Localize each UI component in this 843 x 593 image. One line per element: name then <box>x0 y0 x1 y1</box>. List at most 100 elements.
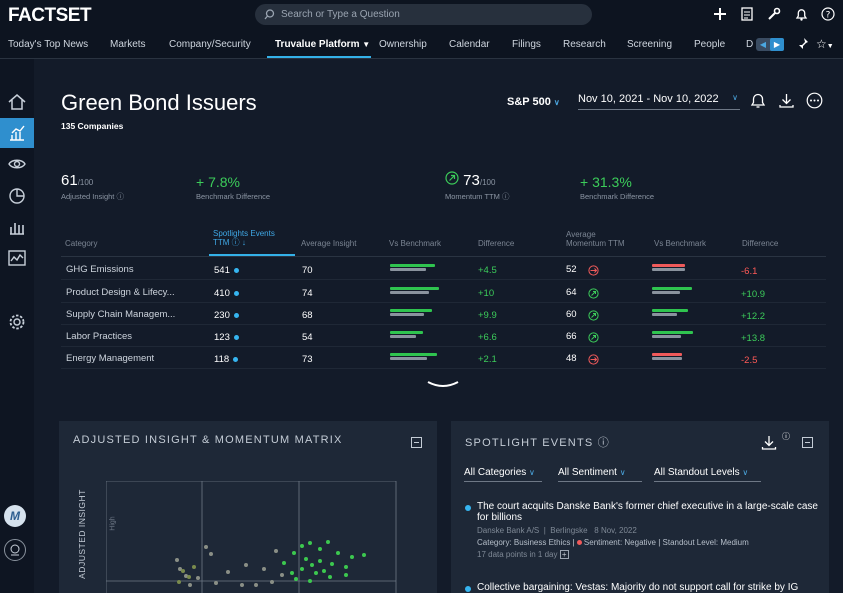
scatter-point[interactable] <box>304 557 308 561</box>
scroll-right-icon[interactable]: ▶ <box>770 38 784 51</box>
table-row[interactable] <box>61 281 826 303</box>
spotlight-event-item[interactable]: Collective bargaining: Vestas: Majority … <box>465 582 825 593</box>
table-row[interactable] <box>61 258 826 280</box>
col-header-difference-momentum[interactable]: Difference <box>742 239 778 248</box>
scatter-point[interactable] <box>175 558 179 562</box>
col-header-spotlights-events[interactable]: Spotlights Events TTM ⓘ ↓ <box>213 229 275 247</box>
scatter-point[interactable] <box>292 551 296 555</box>
scatter-point[interactable] <box>362 553 366 557</box>
nav-todays-top-news[interactable]: Today's Top News <box>8 39 88 50</box>
event-headline[interactable]: The court acquits Danske Bank's former c… <box>465 501 825 523</box>
download-icon[interactable] <box>761 434 777 456</box>
nav-calendar[interactable]: Calendar <box>449 39 490 50</box>
scatter-point[interactable] <box>177 580 181 584</box>
bell-icon[interactable] <box>792 5 810 23</box>
scatter-point[interactable] <box>326 540 330 544</box>
scatter-point[interactable] <box>188 583 192 587</box>
scatter-point[interactable] <box>209 552 213 556</box>
scatter-point[interactable] <box>344 573 348 577</box>
pin-icon[interactable] <box>795 37 809 56</box>
star-icon[interactable]: ☆▼ <box>816 37 834 51</box>
scatter-point[interactable] <box>322 569 326 573</box>
analytics-icon[interactable] <box>0 118 34 148</box>
eye-icon[interactable] <box>4 151 30 177</box>
table-row[interactable] <box>61 303 826 325</box>
info-icon[interactable]: ⓘ <box>782 431 790 442</box>
scatter-point[interactable] <box>280 573 284 577</box>
collapse-panel-icon[interactable] <box>802 437 813 448</box>
pie-chart-icon[interactable] <box>4 183 30 209</box>
nav-filings[interactable]: Filings <box>512 39 541 50</box>
factset-logo[interactable]: FACTSET <box>8 5 92 27</box>
spotlight-event-item[interactable]: The court acquits Danske Bank's former c… <box>465 501 825 559</box>
scatter-point[interactable] <box>226 570 230 574</box>
nav-truvalue-platform[interactable]: Truvalue Platform ▼ <box>275 39 370 50</box>
expand-chevron-icon[interactable] <box>427 377 459 395</box>
scatter-point[interactable] <box>310 563 314 567</box>
scatter-point[interactable] <box>336 551 340 555</box>
col-header-vs-benchmark-insight[interactable]: Vs Benchmark <box>389 239 441 248</box>
col-header-category[interactable]: Category <box>65 239 97 248</box>
document-icon[interactable] <box>738 5 756 23</box>
bar-chart-icon[interactable] <box>4 214 30 240</box>
nav-scroll-arrows[interactable]: ◀ ▶ <box>756 38 784 51</box>
scatter-point[interactable] <box>282 561 286 565</box>
scatter-point[interactable] <box>294 577 298 581</box>
line-chart-icon[interactable] <box>4 245 30 271</box>
info-icon[interactable]: ⓘ <box>502 192 510 201</box>
sort-down-icon[interactable]: ↓ <box>242 238 246 247</box>
date-range-select[interactable]: Nov 10, 2021 - Nov 10, 2022 ∨ <box>578 93 740 110</box>
download-icon[interactable] <box>778 92 795 114</box>
scatter-point[interactable] <box>300 567 304 571</box>
wrench-icon[interactable] <box>765 5 783 23</box>
filter-standout-levels[interactable]: All Standout Levels ∨ <box>654 467 761 482</box>
col-header-average-momentum[interactable]: Average Momentum TTM <box>566 230 625 248</box>
scatter-point[interactable] <box>350 555 354 559</box>
nav-research[interactable]: Research <box>563 39 606 50</box>
scatter-point[interactable] <box>308 579 312 583</box>
inside-app-icon[interactable] <box>4 539 26 561</box>
scatter-point[interactable] <box>181 569 185 573</box>
table-row[interactable] <box>61 347 826 369</box>
scatter-point[interactable] <box>274 549 278 553</box>
scatter-point[interactable] <box>192 565 196 569</box>
filter-categories[interactable]: All Categories ∨ <box>464 467 542 482</box>
scatter-point[interactable] <box>204 545 208 549</box>
scatter-point[interactable] <box>270 580 274 584</box>
alert-bell-icon[interactable] <box>750 92 766 114</box>
scatter-point[interactable] <box>300 544 304 548</box>
table-row[interactable] <box>61 325 826 347</box>
col-header-difference-insight[interactable]: Difference <box>478 239 514 248</box>
nav-markets[interactable]: Markets <box>110 39 146 50</box>
plus-icon[interactable] <box>711 5 729 23</box>
scatter-point[interactable] <box>328 575 332 579</box>
scatter-point[interactable] <box>344 565 348 569</box>
search-box[interactable]: Search or Type a Question <box>255 4 592 25</box>
scatter-point[interactable] <box>308 541 312 545</box>
info-icon[interactable]: ⓘ <box>116 192 124 201</box>
scatter-point[interactable] <box>254 583 258 587</box>
col-header-average-insight[interactable]: Average Insight <box>301 239 356 248</box>
settings-gear-icon[interactable] <box>4 309 30 335</box>
scatter-point[interactable] <box>290 571 294 575</box>
scatter-point[interactable] <box>244 563 248 567</box>
scatter-point[interactable] <box>262 567 266 571</box>
more-options-icon[interactable] <box>806 92 823 114</box>
m-app-icon[interactable]: M <box>4 505 26 527</box>
scroll-left-icon[interactable]: ◀ <box>756 38 770 51</box>
scatter-point[interactable] <box>187 575 191 579</box>
search-input[interactable]: Search or Type a Question <box>281 9 400 20</box>
scatter-point[interactable] <box>196 576 200 580</box>
benchmark-select[interactable]: S&P 500 ∨ <box>507 96 560 108</box>
scatter-point[interactable] <box>214 581 218 585</box>
nav-company-security[interactable]: Company/Security <box>169 39 251 50</box>
nav-ownership[interactable]: Ownership <box>379 39 427 50</box>
scatter-point[interactable] <box>330 562 334 566</box>
scatter-point[interactable] <box>240 583 244 587</box>
collapse-panel-icon[interactable] <box>411 437 422 448</box>
event-headline[interactable]: Collective bargaining: Vestas: Majority … <box>465 582 825 593</box>
home-icon[interactable] <box>4 89 30 115</box>
info-icon[interactable]: ⓘ <box>232 238 240 247</box>
filter-sentiment[interactable]: All Sentiment ∨ <box>558 467 642 482</box>
expand-plus-icon[interactable]: + <box>559 550 569 559</box>
